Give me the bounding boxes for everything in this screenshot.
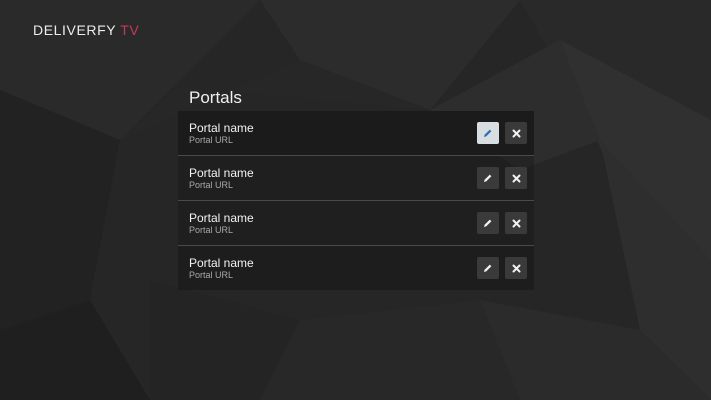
portal-url: Portal URL [189, 225, 234, 235]
portal-name: Portal name [189, 121, 254, 135]
app-screen: DELIVERFY TV Portals Portal name Portal U… [0, 0, 711, 400]
portals-panel: Portals Portal name Portal URL Portal na… [178, 87, 534, 290]
delete-portal-button[interactable] [505, 122, 527, 144]
delete-portal-button[interactable] [505, 257, 527, 279]
brand-logo: DELIVERFY TV [33, 22, 139, 38]
portal-url: Portal URL [189, 180, 234, 190]
brand-suffix: TV [120, 22, 140, 38]
portal-text: Portal name Portal URL [189, 121, 254, 146]
close-icon [512, 174, 520, 182]
portal-text: Portal name Portal URL [189, 211, 254, 236]
portal-url: Portal URL [189, 270, 234, 280]
edit-portal-button[interactable] [477, 257, 499, 279]
delete-portal-button[interactable] [505, 167, 527, 189]
close-icon [512, 129, 520, 137]
edit-portal-button[interactable] [477, 212, 499, 234]
pencil-icon [484, 219, 492, 227]
portal-name: Portal name [189, 166, 254, 180]
portal-name: Portal name [189, 211, 254, 225]
pencil-icon [484, 129, 492, 137]
portal-name: Portal name [189, 256, 254, 270]
edit-portal-button[interactable] [477, 122, 499, 144]
close-icon [512, 219, 520, 227]
portal-row[interactable]: Portal name Portal URL [178, 201, 534, 246]
brand-name: DELIVERFY [33, 22, 117, 38]
portal-text: Portal name Portal URL [189, 256, 254, 281]
pencil-icon [484, 264, 492, 272]
edit-portal-button[interactable] [477, 167, 499, 189]
portal-row[interactable]: Portal name Portal URL [178, 246, 534, 290]
portal-row[interactable]: Portal name Portal URL [178, 111, 534, 156]
portal-text: Portal name Portal URL [189, 166, 254, 191]
close-icon [512, 264, 520, 272]
portal-list: Portal name Portal URL Portal name Porta… [178, 111, 534, 290]
page-title: Portals [189, 88, 242, 107]
portal-url: Portal URL [189, 135, 234, 145]
pencil-icon [484, 174, 492, 182]
delete-portal-button[interactable] [505, 212, 527, 234]
portal-row[interactable]: Portal name Portal URL [178, 156, 534, 201]
